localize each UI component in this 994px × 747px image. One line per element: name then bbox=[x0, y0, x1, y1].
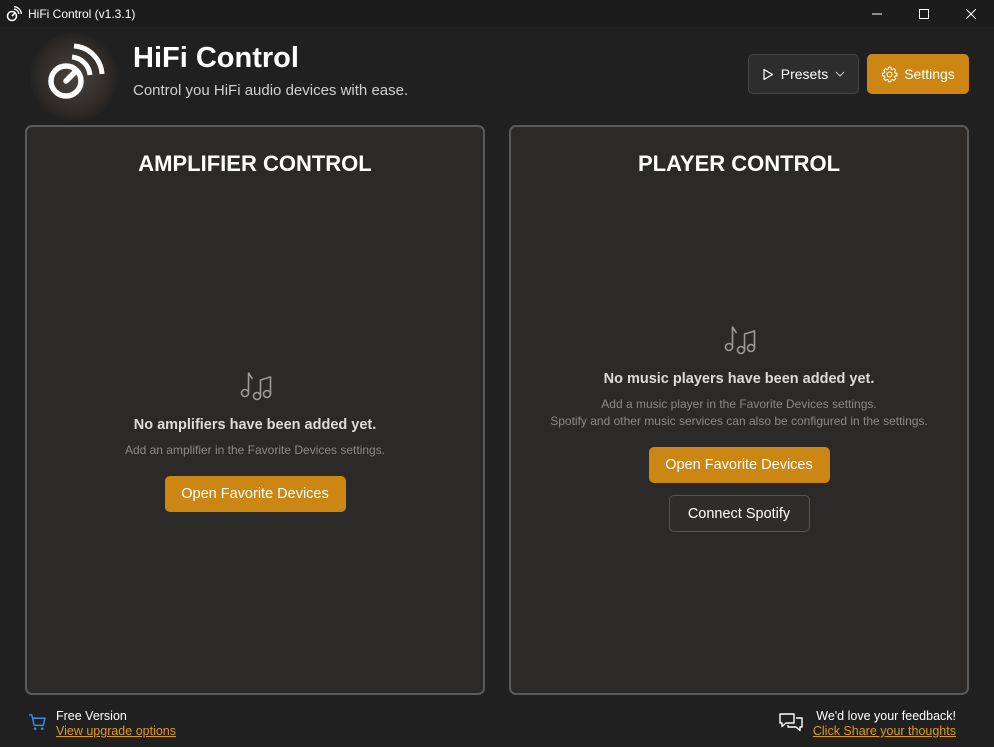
version-info: Free Version View upgrade options bbox=[28, 709, 176, 739]
close-icon bbox=[965, 8, 976, 19]
player-empty-desc: Add a music player in the Favorite Devic… bbox=[549, 396, 929, 430]
app-logo-icon bbox=[6, 5, 22, 21]
app-title: HiFi Control bbox=[133, 42, 299, 74]
open-favorite-devices-button[interactable]: Open Favorite Devices bbox=[164, 476, 346, 512]
chevron-down-icon bbox=[835, 71, 845, 77]
player-empty-desc-line2: Spotify and other music services can als… bbox=[550, 414, 928, 428]
amplifier-control-panel: AMPLIFIER CONTROL No amplifiers have bee… bbox=[25, 125, 485, 695]
amplifier-panel-title: AMPLIFIER CONTROL bbox=[138, 151, 372, 176]
close-button[interactable] bbox=[947, 0, 994, 27]
cart-icon bbox=[28, 714, 46, 731]
minimize-button[interactable] bbox=[853, 0, 900, 27]
minimize-icon bbox=[871, 13, 882, 14]
presets-label: Presets bbox=[780, 66, 829, 82]
amplifier-empty-title: No amplifiers have been added yet. bbox=[133, 417, 377, 433]
app-logo-icon bbox=[48, 43, 105, 99]
amplifier-empty-desc: Add an amplifier in the Favorite Devices… bbox=[124, 443, 386, 457]
app-logo bbox=[30, 33, 118, 121]
settings-button[interactable]: Settings bbox=[867, 54, 969, 94]
version-label: Free Version bbox=[56, 709, 127, 723]
player-empty-state: No music players have been added yet. Ad… bbox=[511, 321, 967, 532]
player-panel-title: PLAYER CONTROL bbox=[637, 151, 841, 176]
player-empty-desc-line1: Add a music player in the Favorite Devic… bbox=[601, 397, 877, 411]
maximize-button[interactable] bbox=[900, 0, 947, 27]
window-controls bbox=[853, 0, 994, 27]
settings-label: Settings bbox=[904, 66, 955, 82]
feedback-label: We'd love your feedback! bbox=[816, 709, 956, 723]
amplifier-empty-state: No amplifiers have been added yet. Add a… bbox=[27, 367, 483, 512]
play-icon bbox=[763, 68, 773, 80]
title-bar: HiFi Control (v1.3.1) bbox=[0, 0, 994, 27]
gear-icon bbox=[882, 66, 898, 82]
window-title: HiFi Control (v1.3.1) bbox=[28, 6, 136, 21]
feedback-info: We'd love your feedback! Click Share you… bbox=[778, 709, 956, 739]
share-thoughts-link[interactable]: Click Share your thoughts bbox=[813, 724, 956, 739]
upgrade-options-link[interactable]: View upgrade options bbox=[56, 724, 176, 739]
connect-spotify-button[interactable]: Connect Spotify bbox=[668, 495, 810, 532]
player-empty-title: No music players have been added yet. bbox=[603, 371, 875, 387]
music-notes-icon bbox=[240, 372, 272, 401]
open-favorite-devices-button[interactable]: Open Favorite Devices bbox=[648, 447, 830, 483]
app-tagline: Control you HiFi audio devices with ease… bbox=[133, 82, 409, 99]
chat-bubbles-icon bbox=[779, 713, 803, 732]
presets-button[interactable]: Presets bbox=[748, 54, 859, 94]
player-control-panel: PLAYER CONTROL No music players have bee… bbox=[509, 125, 969, 695]
maximize-icon bbox=[918, 8, 929, 19]
music-notes-icon bbox=[724, 326, 756, 355]
